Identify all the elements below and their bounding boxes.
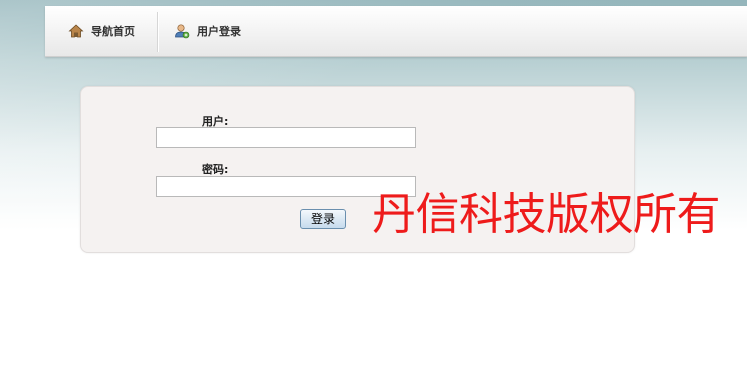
top-nav-bar: 导航首页 用户登录 [45, 6, 747, 57]
nav-divider [157, 12, 159, 52]
nav-item-user-login-label: 用户登录 [197, 25, 241, 38]
nav-item-home[interactable]: 导航首页 [67, 6, 135, 56]
login-button[interactable]: 登录 [300, 209, 346, 229]
nav-item-home-label: 导航首页 [91, 25, 135, 38]
copyright-text: 丹信科技版权所有 [372, 189, 721, 240]
password-label: 密码: [202, 163, 229, 176]
home-icon [67, 22, 85, 40]
nav-item-user-login[interactable]: 用户登录 [173, 6, 241, 56]
user-icon [173, 22, 191, 40]
username-input[interactable] [156, 127, 416, 148]
